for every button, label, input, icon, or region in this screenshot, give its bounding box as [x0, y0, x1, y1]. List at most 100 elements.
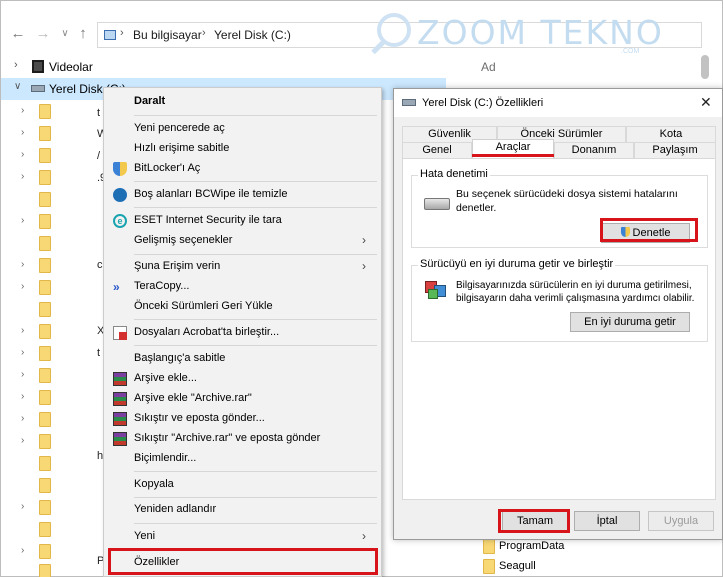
list-item[interactable]: Seagull 0	[483, 558, 723, 576]
folder-icon[interactable]	[39, 324, 51, 339]
chevron-right-icon[interactable]: ›	[21, 127, 24, 138]
menu-item-copy[interactable]: Kopyala	[106, 475, 379, 495]
optimize-button[interactable]: En iyi duruma getir	[570, 312, 690, 332]
chevron-right-icon[interactable]: ›	[21, 413, 24, 424]
menu-item-add-archive[interactable]: Arşive ekle...	[106, 369, 379, 389]
folder-icon[interactable]	[39, 500, 51, 515]
folder-icon[interactable]	[39, 456, 51, 471]
group-title: Hata denetimi	[418, 168, 490, 180]
tree-label-fragment: /	[97, 150, 101, 162]
list-item[interactable]: ProgramData 0	[483, 538, 723, 556]
back-arrow-icon[interactable]: ←	[9, 24, 27, 44]
menu-separator	[134, 254, 377, 255]
breadcrumb-this-pc[interactable]: Bu bilgisayar	[133, 28, 202, 42]
folder-icon[interactable]	[39, 302, 51, 317]
winrar-icon	[113, 412, 127, 426]
tab-general[interactable]: Genel	[402, 142, 472, 158]
chevron-right-icon[interactable]: ›	[21, 545, 24, 556]
acrobat-icon	[113, 326, 127, 340]
folder-icon[interactable]	[39, 564, 51, 577]
submenu-arrow-icon: ›	[362, 233, 366, 247]
menu-separator	[134, 115, 377, 116]
folder-icon[interactable]	[39, 192, 51, 207]
chevron-right-icon[interactable]: ›	[21, 149, 24, 160]
chevron-right-icon[interactable]: ›	[21, 435, 24, 446]
menu-item-format[interactable]: Biçimlendir...	[106, 449, 379, 469]
dialog-titlebar[interactable]: Yerel Disk (C:) Özellikleri ✕	[394, 89, 722, 117]
recent-locations-chevron-icon[interactable]: ∨	[56, 24, 74, 44]
submenu-arrow-icon: ›	[362, 259, 366, 273]
drive-icon	[402, 99, 416, 106]
menu-item-add-archive-rar[interactable]: Arşive ekle "Archive.rar"	[106, 389, 379, 409]
menu-item-acrobat-combine[interactable]: Dosyaları Acrobat'ta birleştir...	[106, 323, 379, 343]
folder-icon[interactable]	[39, 148, 51, 163]
breadcrumb-separator-icon: ›	[120, 27, 124, 39]
menu-separator	[134, 181, 377, 182]
chevron-right-icon[interactable]: ›	[21, 347, 24, 358]
menu-item-advanced-options[interactable]: Gelişmiş seçenekler ›	[106, 231, 379, 251]
folder-icon[interactable]	[39, 104, 51, 119]
optimize-group: Sürücüyü en iyi duruma getir ve birleşti…	[411, 258, 708, 342]
tab-hardware[interactable]: Donanım	[554, 142, 634, 158]
breadcrumb-separator-icon: ›	[202, 27, 206, 39]
menu-item-compress-rar-email[interactable]: Sıkıştır "Archive.rar" ve eposta gönder	[106, 429, 379, 449]
folder-icon[interactable]	[39, 258, 51, 273]
menu-item-give-access[interactable]: Şuna Erişim verin ›	[106, 257, 379, 277]
up-arrow-icon[interactable]: ↑	[74, 24, 92, 44]
menu-item-bcwipe[interactable]: Boş alanları BCWipe ile temizle	[106, 185, 379, 205]
chevron-right-icon[interactable]: ›	[14, 59, 18, 71]
chevron-right-icon[interactable]: ›	[21, 369, 24, 380]
menu-item-eset-scan[interactable]: e ESET Internet Security ile tara	[106, 211, 379, 231]
menu-item-pin-quick-access[interactable]: Hızlı erişime sabitle	[106, 139, 379, 159]
folder-icon	[483, 539, 495, 554]
close-icon[interactable]: ✕	[700, 94, 712, 111]
folder-icon[interactable]	[39, 522, 51, 537]
scrollbar-thumb[interactable]	[701, 55, 709, 79]
tab-quota[interactable]: Kota	[626, 126, 716, 142]
chevron-down-icon[interactable]: ∨	[14, 81, 21, 92]
menu-item-rename[interactable]: Yeniden adlandır	[106, 500, 379, 520]
apply-button[interactable]: Uygula	[648, 511, 714, 531]
properties-dialog: Yerel Disk (C:) Özellikleri ✕ Güvenlik Ö…	[393, 88, 723, 540]
menu-item-collapse[interactable]: Daralt	[106, 92, 379, 112]
chevron-right-icon[interactable]: ›	[21, 281, 24, 292]
menu-item-open-new-window[interactable]: Yeni pencerede aç	[106, 119, 379, 139]
hard-drive-icon	[424, 198, 450, 210]
folder-icon[interactable]	[39, 434, 51, 449]
menu-item-pin-start[interactable]: Başlangıç'a sabitle	[106, 349, 379, 369]
folder-icon[interactable]	[39, 346, 51, 361]
vertical-scrollbar[interactable]	[698, 55, 712, 79]
tab-sharing[interactable]: Paylaşım	[634, 142, 716, 158]
folder-icon[interactable]	[39, 478, 51, 493]
folder-icon[interactable]	[39, 214, 51, 229]
forward-arrow-icon[interactable]: →	[34, 24, 52, 44]
menu-item-new[interactable]: Yeni ›	[106, 527, 379, 547]
chevron-right-icon[interactable]: ›	[21, 105, 24, 116]
folder-icon[interactable]	[39, 544, 51, 559]
menu-separator	[134, 471, 377, 472]
chevron-right-icon[interactable]: ›	[21, 501, 24, 512]
menu-item-label: Yeni	[134, 530, 156, 542]
folder-icon[interactable]	[39, 280, 51, 295]
chevron-right-icon[interactable]: ›	[21, 215, 24, 226]
winrar-icon	[113, 432, 127, 446]
tree-label-fragment: c	[97, 259, 103, 271]
menu-item-restore-previous-versions[interactable]: Önceki Sürümleri Geri Yükle	[106, 297, 379, 317]
breadcrumb-local-disk[interactable]: Yerel Disk (C:)	[214, 28, 291, 42]
folder-icon[interactable]	[39, 390, 51, 405]
menu-item-compress-email[interactable]: Sıkıştır ve eposta gönder...	[106, 409, 379, 429]
folder-icon[interactable]	[39, 412, 51, 427]
folder-icon[interactable]	[39, 368, 51, 383]
menu-separator	[134, 319, 377, 320]
chevron-right-icon[interactable]: ›	[21, 325, 24, 336]
cancel-button[interactable]: İptal	[574, 511, 640, 531]
folder-icon[interactable]	[39, 236, 51, 251]
chevron-right-icon[interactable]: ›	[21, 391, 24, 402]
ok-button-highlight	[498, 509, 570, 533]
chevron-right-icon[interactable]: ›	[21, 171, 24, 182]
chevron-right-icon[interactable]: ›	[21, 259, 24, 270]
folder-icon[interactable]	[39, 170, 51, 185]
menu-item-teracopy[interactable]: » TeraCopy...	[106, 277, 379, 297]
folder-icon[interactable]	[39, 126, 51, 141]
menu-item-bitlocker[interactable]: BitLocker'ı Aç	[106, 159, 379, 179]
